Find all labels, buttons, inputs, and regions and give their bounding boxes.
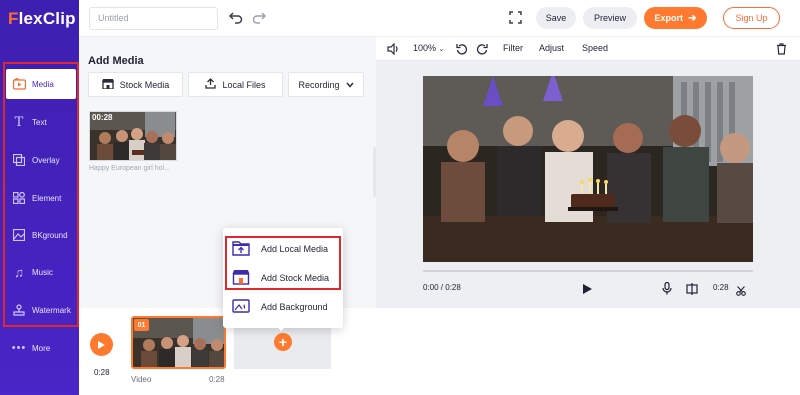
preview-button[interactable]: Preview (583, 7, 637, 29)
chevron-down-icon: ⌄ (438, 46, 445, 53)
clip-duration: 0:28 (713, 283, 729, 292)
popup-highlight-box (225, 236, 341, 290)
upload-icon (205, 77, 217, 92)
project-title-input[interactable]: Untitled (89, 7, 218, 30)
filter-button[interactable]: Filter (503, 43, 523, 53)
trash-icon[interactable] (776, 42, 787, 60)
background-fill-icon (232, 298, 250, 316)
sidebar-label-more: More (32, 343, 51, 353)
signup-button[interactable]: Sign Up (723, 7, 780, 29)
add-background-label: Add Background (261, 301, 328, 312)
playback-progress[interactable] (423, 270, 753, 272)
video-preview[interactable] (423, 76, 753, 262)
media-filename: Happy European girl hol... (89, 165, 170, 172)
zoom-value: 100% (413, 43, 437, 53)
save-button[interactable]: Save (536, 7, 576, 29)
app-logo[interactable]: FlexClip (8, 9, 76, 29)
rotate-left-icon[interactable] (456, 42, 468, 60)
fullscreen-icon[interactable] (509, 11, 522, 29)
play-icon (98, 340, 105, 349)
plus-icon: + (278, 334, 288, 350)
undo-icon[interactable] (228, 10, 243, 29)
redo-icon[interactable] (252, 10, 267, 29)
timeline-play-button[interactable] (90, 333, 113, 356)
stock-media-button[interactable]: Stock Media (88, 72, 183, 97)
sidebar-highlight-box (3, 62, 79, 327)
recording-dropdown[interactable]: Recording (288, 72, 364, 97)
scissors-icon[interactable] (736, 283, 746, 301)
split-icon[interactable] (686, 282, 698, 300)
media-panel-title: Add Media (88, 55, 144, 67)
local-files-label: Local Files (222, 79, 266, 90)
sidebar-item-more[interactable]: ••• More (6, 333, 76, 363)
export-label: Export (654, 13, 684, 23)
arrow-right-icon: ➔ (688, 12, 697, 24)
local-files-button[interactable]: Local Files (188, 72, 283, 97)
zoom-select[interactable]: 100% ⌄ (413, 43, 444, 53)
volume-icon[interactable] (387, 42, 400, 60)
store-icon (101, 78, 114, 92)
add-background-item[interactable]: Add Background (223, 292, 343, 321)
stock-media-label: Stock Media (119, 79, 170, 90)
clip-index-badge: 01 (134, 319, 149, 331)
adjust-button[interactable]: Adjust (539, 43, 564, 53)
more-icon: ••• (11, 342, 27, 354)
chevron-down-icon (345, 80, 354, 90)
speed-button[interactable]: Speed (582, 43, 608, 53)
rotate-right-icon[interactable] (476, 42, 488, 60)
clip-label: Video (131, 375, 152, 384)
recording-label: Recording (298, 79, 340, 90)
export-button[interactable]: Export ➔ (644, 7, 707, 29)
play-icon[interactable] (582, 282, 593, 300)
media-duration: 00:28 (92, 113, 113, 122)
clip-length: 0:28 (209, 375, 225, 384)
add-clip-button[interactable]: + (274, 333, 292, 351)
microphone-icon[interactable] (662, 281, 672, 300)
timeline-duration: 0:28 (94, 368, 110, 377)
time-display: 0:00 / 0:28 (423, 283, 461, 292)
popup-arrow (275, 325, 287, 331)
logo-text: lexClip (18, 9, 76, 28)
